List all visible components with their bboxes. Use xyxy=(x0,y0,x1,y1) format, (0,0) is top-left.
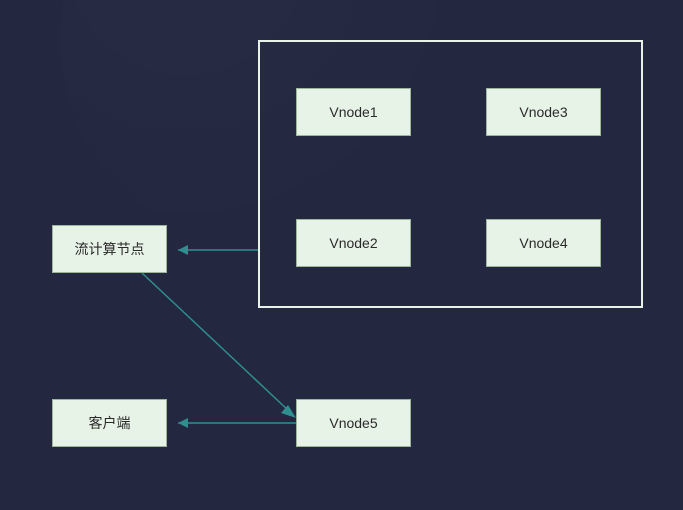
vnode2-node: Vnode2 xyxy=(296,219,411,267)
edge-stream-to-vnode5-head xyxy=(281,405,296,418)
vnode2-label: Vnode2 xyxy=(329,235,377,251)
vnode4-node: Vnode4 xyxy=(486,219,601,267)
edge-vnode5-to-client-head xyxy=(178,418,188,428)
stream-compute-label: 流计算节点 xyxy=(75,239,145,259)
vnode1-label: Vnode1 xyxy=(329,104,377,120)
edge-group-to-stream-head xyxy=(178,245,188,255)
vnode-group xyxy=(258,40,643,308)
client-node: 客户端 xyxy=(52,399,167,447)
stream-compute-node: 流计算节点 xyxy=(52,225,167,273)
vnode4-label: Vnode4 xyxy=(519,235,567,251)
vnode3-label: Vnode3 xyxy=(519,104,567,120)
client-label: 客户端 xyxy=(89,413,131,433)
vnode3-node: Vnode3 xyxy=(486,88,601,136)
vnode5-label: Vnode5 xyxy=(329,415,377,431)
vnode5-node: Vnode5 xyxy=(296,399,411,447)
vnode1-node: Vnode1 xyxy=(296,88,411,136)
